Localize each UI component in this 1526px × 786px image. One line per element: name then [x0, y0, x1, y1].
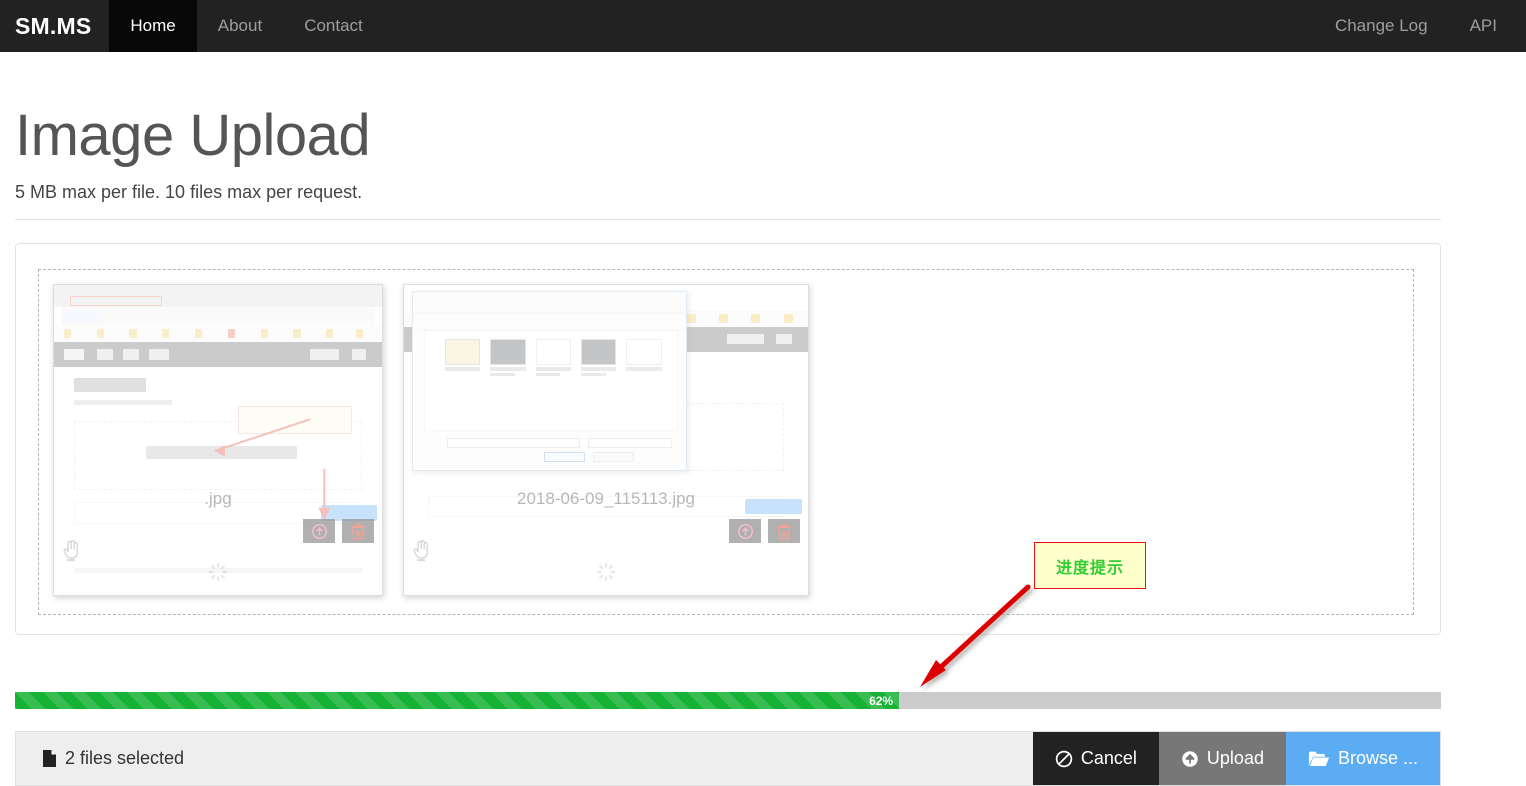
file-preview-card[interactable]: .jpg [53, 284, 383, 596]
file-name-label: .jpg [204, 489, 232, 508]
file-delete-button[interactable] [342, 519, 374, 543]
browse-button[interactable]: Browse ... [1285, 732, 1440, 785]
folder-open-icon [1308, 751, 1330, 766]
file-preview-card[interactable]: 2018-06-09_115113.jpg [403, 284, 809, 596]
file-upload-button[interactable] [303, 519, 335, 543]
spinner-icon [208, 562, 228, 587]
upload-progress-label: 62% [869, 693, 894, 708]
upload-button[interactable]: Upload [1158, 732, 1286, 785]
trash-icon [351, 522, 365, 540]
file-dialog-overlay [412, 291, 687, 471]
cancel-button-label: Cancel [1080, 748, 1137, 768]
browse-button-label: Browse ... [1337, 748, 1418, 768]
file-upload-button[interactable] [729, 519, 761, 543]
preview-image [54, 285, 382, 595]
file-selection-label: 2 files selected [65, 748, 185, 768]
page-subtitle: 5 MB max per file. 10 files max per requ… [15, 182, 363, 202]
toolbar-button-group: Cancel Upload Browse ... [1032, 732, 1440, 785]
header-divider [15, 219, 1441, 220]
circle-arrow-up-icon [311, 523, 327, 539]
circle-arrow-up-icon [737, 523, 753, 539]
brand-logo[interactable]: SM.MS [0, 0, 109, 52]
file-delete-button[interactable] [768, 519, 800, 543]
file-action-buttons [729, 519, 800, 543]
nav-link-about[interactable]: About [197, 0, 283, 52]
file-selection-status: 2 files selected [16, 732, 1033, 785]
upload-progress-bar: 62% [15, 692, 900, 709]
hand-pointer-icon [412, 538, 432, 567]
file-dropzone[interactable]: .jpg 2018-06-09_115113.jpg [38, 269, 1414, 615]
spinner-icon [596, 562, 616, 587]
top-navbar: SM.MS Home About Contact Change Log API [0, 0, 1526, 52]
upload-progress-track: 62% [15, 692, 1441, 709]
trash-icon [777, 522, 791, 540]
circle-arrow-up-icon [1182, 750, 1198, 767]
cancel-button[interactable]: Cancel [1032, 732, 1159, 785]
ban-icon [1055, 750, 1073, 767]
preview-image [404, 285, 808, 595]
upload-toolbar: 2 files selected Cancel Upload Browse ..… [15, 731, 1441, 786]
page-title: Image Upload [15, 103, 371, 168]
primary-nav: Home About Contact [109, 0, 383, 52]
file-name-label: 2018-06-09_115113.jpg [516, 489, 696, 508]
annotation-text: 进度提示 [1055, 559, 1124, 577]
nav-link-api[interactable]: API [1449, 0, 1518, 52]
file-icon [43, 750, 56, 767]
secondary-nav: Change Log API [1314, 0, 1526, 52]
annotation-callout: 进度提示 [1034, 542, 1146, 589]
file-action-buttons [303, 519, 374, 543]
upload-panel: .jpg 2018-06-09_115113.jpg [15, 243, 1441, 635]
upload-button-label: Upload [1206, 748, 1264, 768]
nav-link-contact[interactable]: Contact [283, 0, 384, 52]
nav-link-home[interactable]: Home [109, 0, 197, 52]
hand-pointer-icon [62, 538, 82, 567]
nav-link-change-log[interactable]: Change Log [1314, 0, 1449, 52]
